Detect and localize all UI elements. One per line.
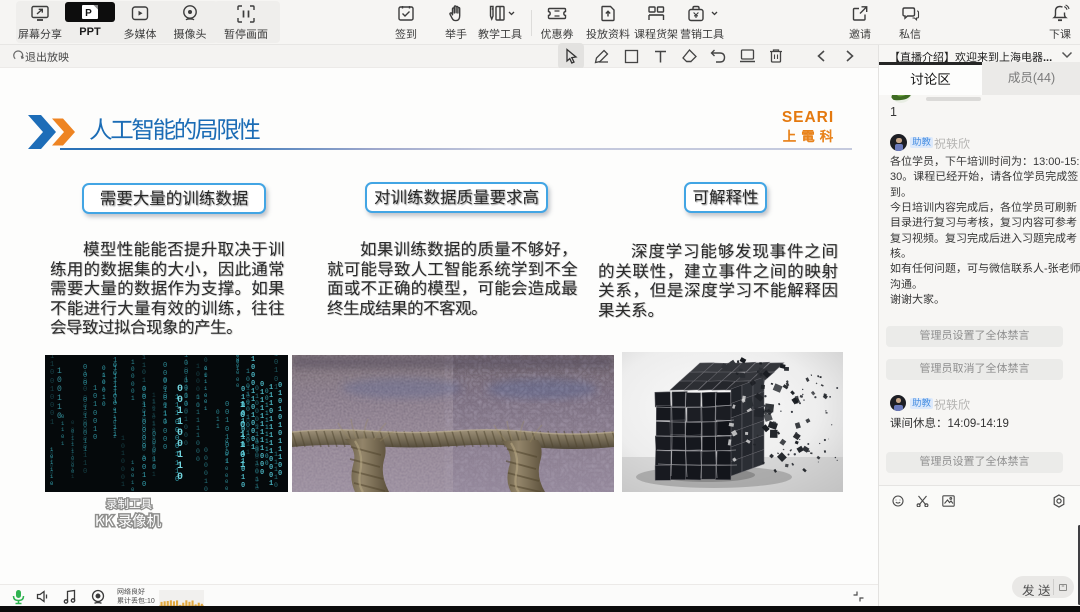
- svg-text:1110111110001: 1110111110001: [269, 384, 273, 488]
- svg-text:100011010001: 100011010001: [251, 356, 255, 452]
- svg-text:00011: 00011: [246, 418, 250, 456]
- svg-text:0110011: 0110011: [83, 397, 87, 454]
- svg-text:010101011100: 010101011100: [278, 382, 282, 478]
- svg-text:100110: 100110: [57, 367, 62, 421]
- svg-text:1011010001: 1011010001: [152, 398, 156, 470]
- svg-text:00010110000: 00010110000: [163, 362, 167, 452]
- svg-text:101: 101: [246, 385, 250, 407]
- svg-text:011001000: 011001000: [184, 378, 188, 447]
- svg-text:1010001: 1010001: [121, 435, 125, 488]
- svg-text:110010001: 110010001: [50, 355, 54, 427]
- svg-text:011: 011: [216, 409, 220, 430]
- svg-text:1001011: 1001011: [255, 437, 259, 490]
- svg-text:001100110: 001100110: [177, 384, 183, 483]
- svg-text:KK 录像机: KK 录像机: [95, 510, 162, 531]
- svg-text:100001: 100001: [196, 363, 200, 409]
- svg-text:11011010000001: 11011010000001: [142, 355, 146, 461]
- svg-text:0011001111: 0011001111: [113, 362, 117, 438]
- svg-text:000010: 000010: [204, 447, 208, 492]
- svg-text:1001101: 1001101: [240, 400, 246, 470]
- svg-text:100001: 100001: [131, 359, 135, 402]
- svg-text:P: P: [85, 8, 92, 19]
- svg-text:011111111000: 011111111000: [260, 381, 264, 477]
- svg-text:1010010: 1010010: [93, 385, 97, 442]
